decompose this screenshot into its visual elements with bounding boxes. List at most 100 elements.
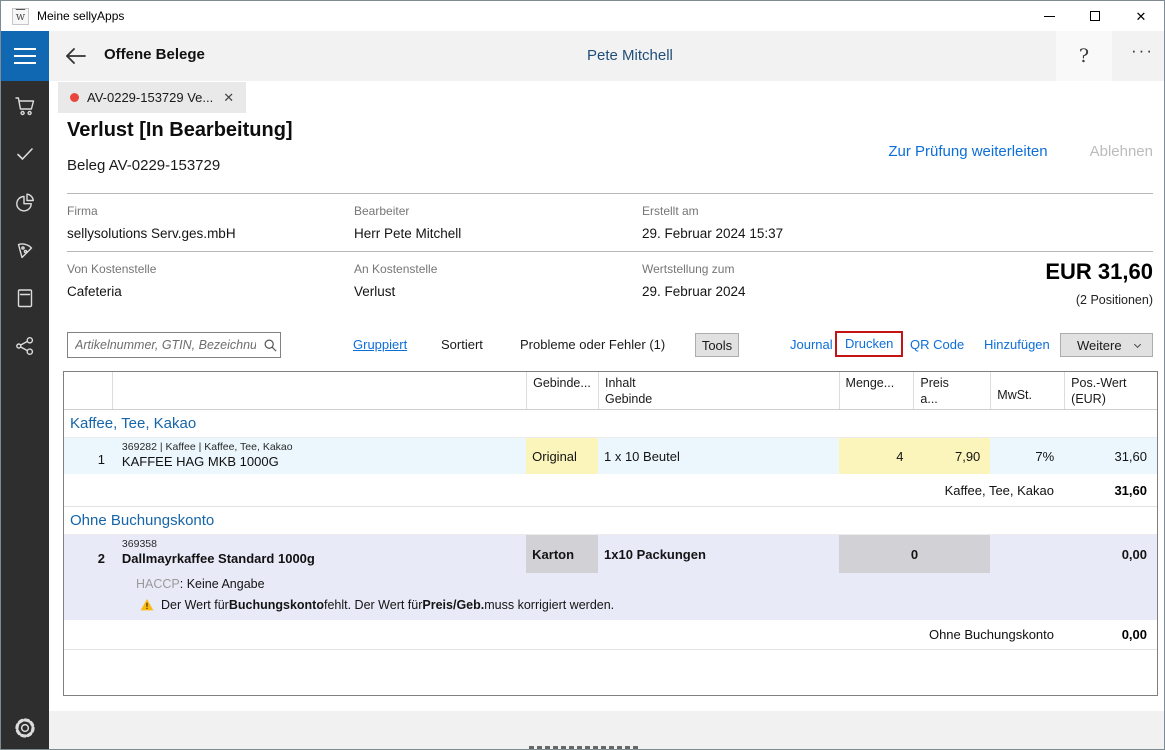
hamburger-icon: [14, 48, 36, 50]
col-menge: Menge...: [839, 372, 914, 409]
tools-button[interactable]: Tools: [695, 333, 739, 357]
col-inhalt-gebinde: Inhalt Gebinde: [598, 372, 839, 409]
add-link[interactable]: Hinzufügen: [984, 337, 1050, 352]
sidebar-nav: [1, 81, 49, 750]
inhalt-cell: 1x10 Packungen: [598, 535, 839, 573]
search-input[interactable]: [68, 338, 260, 352]
menge-cell[interactable]: 4: [839, 438, 914, 474]
footer-strip: [49, 711, 1165, 750]
more-dropdown-label: Weitere: [1077, 338, 1122, 353]
journal-link[interactable]: Journal: [790, 337, 833, 352]
document-reference: Beleg AV-0229-153729: [67, 157, 220, 174]
col-mwst: MwSt.: [990, 372, 1064, 409]
sorted-toggle[interactable]: Sortiert: [441, 337, 483, 352]
gebinde-cell[interactable]: Original: [526, 438, 598, 474]
more-dropdown[interactable]: Weitere: [1060, 333, 1153, 357]
sidebar-item-settings[interactable]: [12, 715, 38, 741]
problems-filter[interactable]: Probleme oder Fehler (1): [520, 337, 665, 352]
minimize-button[interactable]: [1026, 1, 1072, 31]
subtotal-value: 31,60: [1064, 483, 1157, 498]
warning-triangle-icon: [140, 598, 154, 611]
field-wertstellung-zum: Wertstellung zum 29. Februar 2024: [642, 262, 912, 299]
field-an-kostenstelle: An Kostenstelle Verlust: [354, 262, 624, 299]
pizza-slice-icon: [13, 238, 37, 262]
row-number: 1: [64, 438, 112, 474]
validation-warning: Der Wert für Buchungskonto fehlt. Der We…: [64, 594, 1157, 615]
col-preis: Preis a...: [913, 372, 990, 409]
list-toolbar: Gruppiert Sortiert Probleme oder Fehler …: [49, 331, 1165, 361]
pos-wert-cell: 0,00: [1064, 535, 1157, 573]
search-icon[interactable]: [260, 338, 280, 353]
field-firma: Firma sellysolutions Serv.ges.mbH: [67, 204, 337, 241]
group-header-ohne-buchungskonto: Ohne Buchungskonto: [64, 507, 1157, 535]
maximize-icon: [1090, 11, 1100, 21]
sidebar-item-journal[interactable]: [12, 285, 38, 311]
hamburger-menu-button[interactable]: [1, 31, 49, 81]
maximize-button[interactable]: [1072, 1, 1118, 31]
tab-close-icon[interactable]: ✕: [223, 90, 234, 106]
close-button[interactable]: ✕: [1118, 1, 1164, 31]
document-tab[interactable]: AV-0229-153729 Ve... ✕: [58, 82, 246, 113]
qr-code-link[interactable]: QR Code: [910, 337, 964, 352]
print-link[interactable]: Drucken: [845, 336, 893, 351]
inhalt-cell: 1 x 10 Beutel: [598, 438, 839, 474]
menge-cell-disabled: 0: [839, 535, 991, 573]
sidebar-item-cart[interactable]: [12, 93, 38, 119]
positions-count: (2 Positionen): [1076, 293, 1153, 307]
sidebar-item-share[interactable]: [12, 333, 38, 359]
article-meta: 369358: [122, 535, 526, 550]
forward-for-review-link[interactable]: Zur Prüfung weiterleiten: [888, 143, 1047, 160]
subtotal-row-ohne-buchungskonto: Ohne Buchungskonto 0,00: [64, 620, 1157, 650]
table-row[interactable]: 2 369358 Dallmayrkaffee Standard 1000g K…: [64, 535, 1157, 620]
window-title: Meine sellyApps: [37, 9, 124, 23]
main-content: AV-0229-153729 Ve... ✕ Verlust [In Bearb…: [49, 81, 1165, 750]
back-button[interactable]: [63, 44, 89, 68]
chevron-down-icon: [1132, 340, 1143, 351]
reject-link[interactable]: Ablehnen: [1090, 143, 1153, 160]
subtotal-row-kaffee: Kaffee, Tee, Kakao 31,60: [64, 474, 1157, 507]
app-window: w Meine sellyApps ✕ Offene Belege Pete M…: [0, 0, 1165, 750]
print-highlight-box: Drucken: [835, 331, 903, 357]
sidebar-item-approvals[interactable]: [12, 141, 38, 167]
pos-wert-cell: 31,60: [1064, 438, 1157, 474]
user-name[interactable]: Pete Mitchell: [587, 47, 673, 64]
clipped-text-sliver: [529, 746, 641, 749]
total-amount: EUR 31,60: [1045, 259, 1153, 285]
subtotal-label: Kaffee, Tee, Kakao: [945, 483, 1064, 498]
subtotal-label: Ohne Buchungskonto: [929, 627, 1064, 642]
field-von-kostenstelle: Von Kostenstelle Cafeteria: [67, 262, 337, 299]
positions-table: Gebinde... Inhalt Gebinde Menge... Preis…: [63, 371, 1158, 696]
settings-gear-icon: [12, 715, 38, 741]
haccp-line: HACCP: Keine Angabe: [64, 573, 1157, 594]
gebinde-cell[interactable]: Karton: [526, 535, 598, 573]
sidebar-item-catering[interactable]: [12, 237, 38, 263]
help-button[interactable]: ?: [1056, 31, 1112, 81]
minimize-icon: [1044, 16, 1055, 17]
page-title: Offene Belege: [104, 46, 205, 63]
article-cell: 369358 Dallmayrkaffee Standard 1000g: [112, 535, 526, 573]
tab-label: AV-0229-153729 Ve...: [87, 90, 213, 105]
more-options-button[interactable]: ···: [1131, 41, 1154, 61]
checkmark-icon: [13, 142, 37, 166]
table-row[interactable]: 1 369282 | Kaffee | Kaffee, Tee, Kakao K…: [64, 438, 1157, 474]
app-logo-icon: w: [12, 8, 29, 25]
unsaved-changes-dot-icon: [70, 93, 79, 102]
divider: [67, 193, 1153, 194]
preis-cell[interactable]: 7,90: [913, 438, 990, 474]
row-number: 2: [64, 535, 112, 573]
field-bearbeiter: Bearbeiter Herr Pete Mitchell: [354, 204, 624, 241]
article-name: KAFFEE HAG MKB 1000G: [122, 454, 526, 469]
field-erstellt-am: Erstellt am 29. Februar 2024 15:37: [642, 204, 912, 241]
col-pos-wert: Pos.-Wert (EUR): [1064, 372, 1157, 409]
col-gebinde: Gebinde...: [526, 372, 598, 409]
sidebar-item-reports[interactable]: [12, 189, 38, 215]
grouped-toggle[interactable]: Gruppiert: [353, 337, 407, 352]
article-name: Dallmayrkaffee Standard 1000g: [122, 551, 526, 566]
subtotal-value: 0,00: [1064, 627, 1157, 642]
table-header-row: Gebinde... Inhalt Gebinde Menge... Preis…: [64, 372, 1157, 410]
divider: [67, 251, 1153, 252]
article-meta: 369282 | Kaffee | Kaffee, Tee, Kakao: [122, 438, 526, 453]
share-network-icon: [13, 334, 37, 358]
group-header-kaffee: Kaffee, Tee, Kakao: [64, 410, 1157, 438]
close-icon: ✕: [1136, 10, 1147, 23]
